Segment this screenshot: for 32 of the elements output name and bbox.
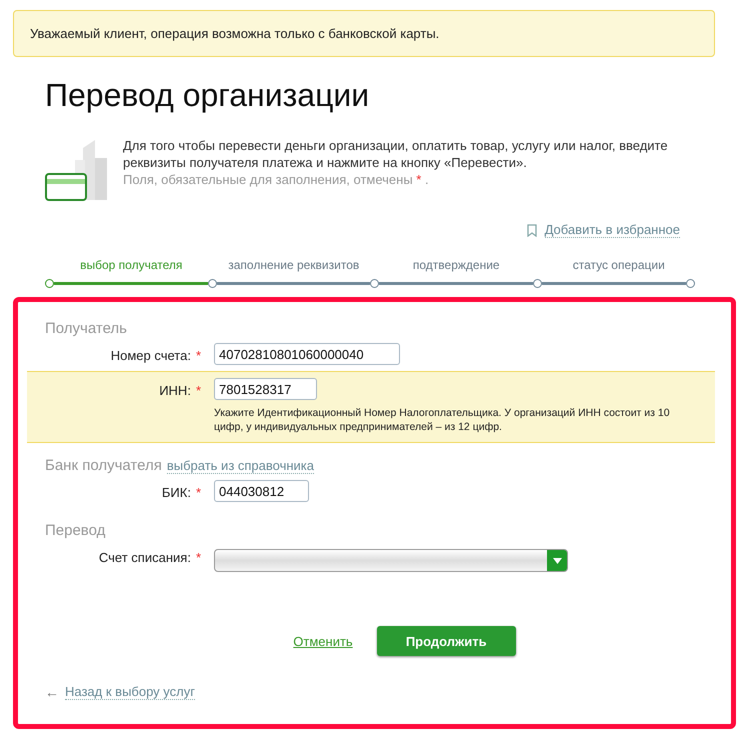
page-title: Перевод организации (45, 77, 370, 114)
cancel-link[interactable]: Отменить (293, 634, 353, 648)
intro-text: Для того чтобы перевести деньги организации, оплатить товар, услугу или налог, введите реквизиты получателя платежа и нажмите на кнопку «Перевести». Поля, обязательные для заполнения, отмечены * . (123, 137, 669, 189)
bookmark-icon (526, 224, 537, 236)
field-label: Счет списания: (98, 550, 191, 567)
step-label: выбор получателя (79, 258, 184, 274)
required-mark: * (196, 550, 201, 567)
step-label: подтверждение (412, 258, 501, 274)
notice-text: Уважаемый клиент, операция возможна только с банковской карты. (13, 10, 715, 57)
input-field[interactable]: 7801528317 (214, 378, 317, 400)
required-mark: * (196, 383, 201, 400)
favorite-link[interactable]: Добавить в избранное (544, 222, 680, 238)
input-field[interactable]: 40702810801060000040 (214, 343, 400, 365)
continue-button[interactable]: Продолжить (376, 626, 516, 656)
field-label: БИК: (162, 485, 191, 502)
back-arrow-icon: ← (45, 684, 59, 700)
field-label: ИНН: (159, 383, 191, 400)
section-title: Получатель (45, 320, 127, 337)
directory-link[interactable]: выбрать из справочника (166, 458, 314, 474)
required-mark: * (196, 348, 201, 365)
hint-text: Укажите Идентификационный Номер Налогоплательщика. У организаций ИНН состоит из 10 цифр, у индивидуальных предпринимателей – из 12 цифр. (214, 406, 671, 434)
section-title: Банк получателя (45, 457, 162, 474)
step-label: заполнение реквизитов (227, 258, 360, 274)
card-building-icon (45, 140, 107, 202)
caret-icon (552, 558, 562, 564)
input-field[interactable]: 044030812 (214, 480, 309, 502)
back-link[interactable]: Назад к выбору услуг (65, 684, 195, 700)
required-mark: * (196, 485, 201, 502)
step-label: статус операции (572, 258, 666, 274)
section-title: Перевод (45, 522, 106, 539)
dropdown[interactable] (214, 549, 568, 572)
field-label: Номер счета: (110, 348, 191, 365)
